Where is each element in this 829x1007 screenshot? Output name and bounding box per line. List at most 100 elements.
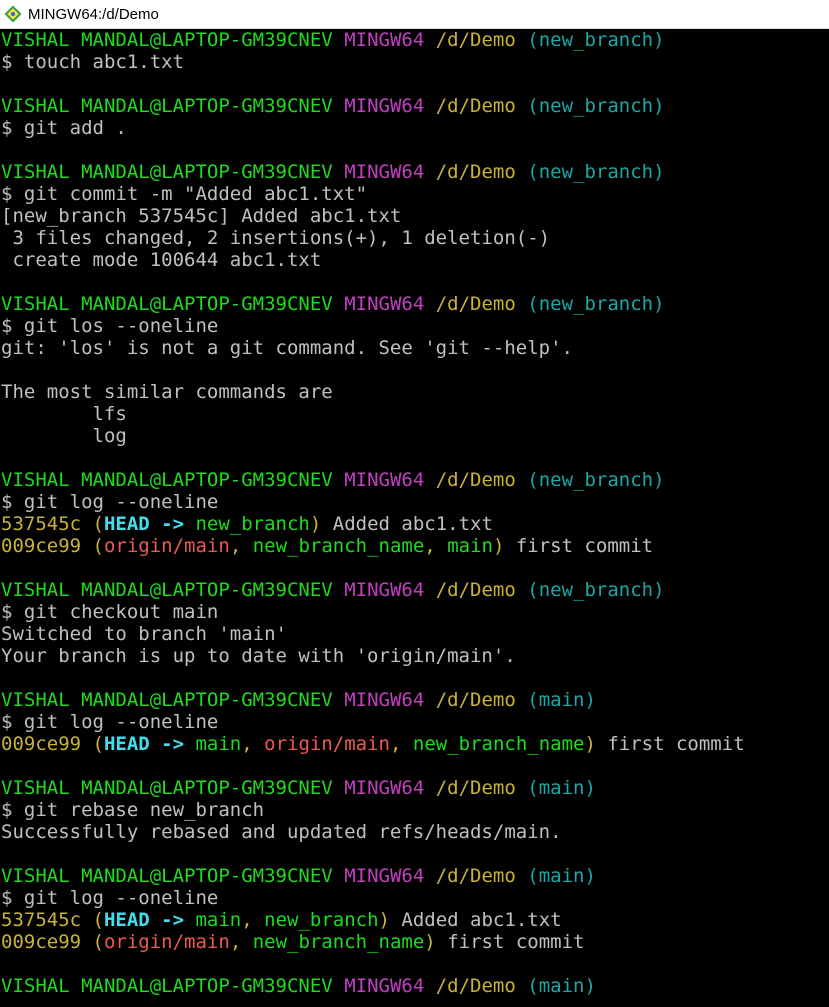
terminal-text-segment: (new_branch)	[527, 29, 665, 51]
terminal-text-segment: ,	[389, 733, 413, 755]
terminal-text-segment: 537545c	[1, 513, 82, 535]
terminal-text-segment: $ git log --oneline	[1, 711, 219, 733]
terminal-text-segment: $ git log --oneline	[1, 491, 219, 513]
terminal-line: $ git rebase new_branch	[0, 799, 829, 821]
terminal-text-segment: $ touch abc1.txt	[1, 51, 185, 73]
terminal-text-segment: [new_branch 537545c] Added abc1.txt	[1, 205, 402, 227]
terminal-line: 3 files changed, 2 insertions(+), 1 dele…	[0, 227, 829, 249]
terminal-line: $ git log --oneline	[0, 491, 829, 513]
terminal-text-segment: )	[309, 513, 322, 535]
terminal-text-segment: (new_branch)	[527, 95, 665, 117]
terminal-line: VISHAL MANDAL@LAPTOP-GM39CNEV MINGW64 /d…	[0, 975, 829, 997]
terminal-line: create mode 100644 abc1.txt	[0, 249, 829, 271]
terminal-text-segment: VISHAL MANDAL@LAPTOP-GM39CNEV	[1, 975, 333, 997]
terminal-text-segment: ,	[241, 909, 265, 931]
terminal-text-segment: main	[195, 909, 242, 931]
terminal-text-segment: (	[81, 535, 104, 557]
terminal-line: VISHAL MANDAL@LAPTOP-GM39CNEV MINGW64 /d…	[0, 293, 829, 315]
terminal-line: VISHAL MANDAL@LAPTOP-GM39CNEV MINGW64 /d…	[0, 579, 829, 601]
terminal-text-segment: $ git rebase new_branch	[1, 799, 265, 821]
terminal-text-segment: VISHAL MANDAL@LAPTOP-GM39CNEV	[1, 293, 333, 315]
terminal-text-segment: )	[584, 733, 596, 755]
terminal-text-segment: (	[81, 733, 104, 755]
terminal-text-segment: /d/Demo	[435, 29, 516, 51]
terminal-line: 009ce99 (origin/main, new_branch_name) f…	[0, 931, 829, 953]
terminal-text-segment: Switched to branch 'main'	[1, 623, 287, 645]
terminal-line: 537545c (HEAD -> new_branch) Added abc1.…	[0, 513, 829, 535]
terminal-text-segment: VISHAL MANDAL@LAPTOP-GM39CNEV	[1, 865, 333, 887]
terminal-text-segment: MINGW64	[344, 161, 425, 183]
terminal-line: Switched to branch 'main'	[0, 623, 829, 645]
terminal-text-segment: 537545c	[1, 909, 82, 931]
terminal-line: VISHAL MANDAL@LAPTOP-GM39CNEV MINGW64 /d…	[0, 777, 829, 799]
terminal-text-segment: 009ce99	[1, 931, 82, 953]
terminal-text-segment: new_branch	[195, 513, 310, 535]
terminal-text-segment: MINGW64	[344, 865, 425, 887]
terminal-text-segment: main	[195, 733, 242, 755]
terminal-text-segment: 009ce99	[1, 733, 82, 755]
terminal-text-segment: VISHAL MANDAL@LAPTOP-GM39CNEV	[1, 689, 333, 711]
title-bar[interactable]: MINGW64:/d/Demo	[0, 0, 829, 29]
terminal-output[interactable]: VISHAL MANDAL@LAPTOP-GM39CNEV MINGW64 /d…	[0, 29, 829, 1007]
terminal-text-segment: ,	[229, 535, 253, 557]
terminal-line: $ git los --oneline	[0, 315, 829, 337]
terminal-text-segment: new_branch_name	[252, 535, 425, 557]
terminal-text-segment: )	[492, 535, 505, 557]
terminal-text-segment: Added abc1.txt	[321, 513, 493, 535]
terminal-text-segment: (new_branch)	[527, 469, 665, 491]
terminal-text-segment: MINGW64	[344, 293, 425, 315]
terminal-line: Your branch is up to date with 'origin/m…	[0, 645, 829, 667]
terminal-text-segment: /d/Demo	[435, 469, 516, 491]
terminal-text-segment: (	[81, 513, 104, 535]
terminal-line: $ git log --oneline	[0, 887, 829, 909]
terminal-line: 009ce99 (HEAD -> main, origin/main, new_…	[0, 733, 829, 755]
terminal-text-segment: new_branch_name	[252, 931, 425, 953]
terminal-text-segment: /d/Demo	[435, 579, 516, 601]
terminal-text-segment: (new_branch)	[527, 579, 665, 601]
terminal-text-segment: git: 'los' is not a git command. See 'gi…	[1, 337, 573, 359]
terminal-text-segment: 3 files changed, 2 insertions(+), 1 dele…	[1, 227, 551, 249]
terminal-text-segment: MINGW64	[344, 95, 425, 117]
terminal-text-segment: HEAD ->	[103, 513, 196, 535]
terminal-line: VISHAL MANDAL@LAPTOP-GM39CNEV MINGW64 /d…	[0, 95, 829, 117]
terminal-text-segment: $ git log --oneline	[1, 887, 219, 909]
terminal-text-segment: VISHAL MANDAL@LAPTOP-GM39CNEV	[1, 161, 333, 183]
terminal-line: log	[0, 425, 829, 447]
terminal-line: VISHAL MANDAL@LAPTOP-GM39CNEV MINGW64 /d…	[0, 161, 829, 183]
terminal-text-segment: (new_branch)	[527, 293, 665, 315]
terminal-text-segment: (new_branch)	[527, 161, 665, 183]
terminal-text-segment: )	[378, 909, 390, 931]
terminal-text-segment: /d/Demo	[435, 293, 516, 315]
terminal-line: VISHAL MANDAL@LAPTOP-GM39CNEV MINGW64 /d…	[0, 29, 829, 51]
terminal-text-segment: /d/Demo	[435, 161, 516, 183]
terminal-line: $ git add .	[0, 117, 829, 139]
terminal-text-segment: create mode 100644 abc1.txt	[1, 249, 322, 271]
terminal-text-segment: Added abc1.txt	[389, 909, 562, 931]
terminal-text-segment: Your branch is up to date with 'origin/m…	[1, 645, 516, 667]
terminal-text-segment: lfs	[1, 403, 127, 425]
